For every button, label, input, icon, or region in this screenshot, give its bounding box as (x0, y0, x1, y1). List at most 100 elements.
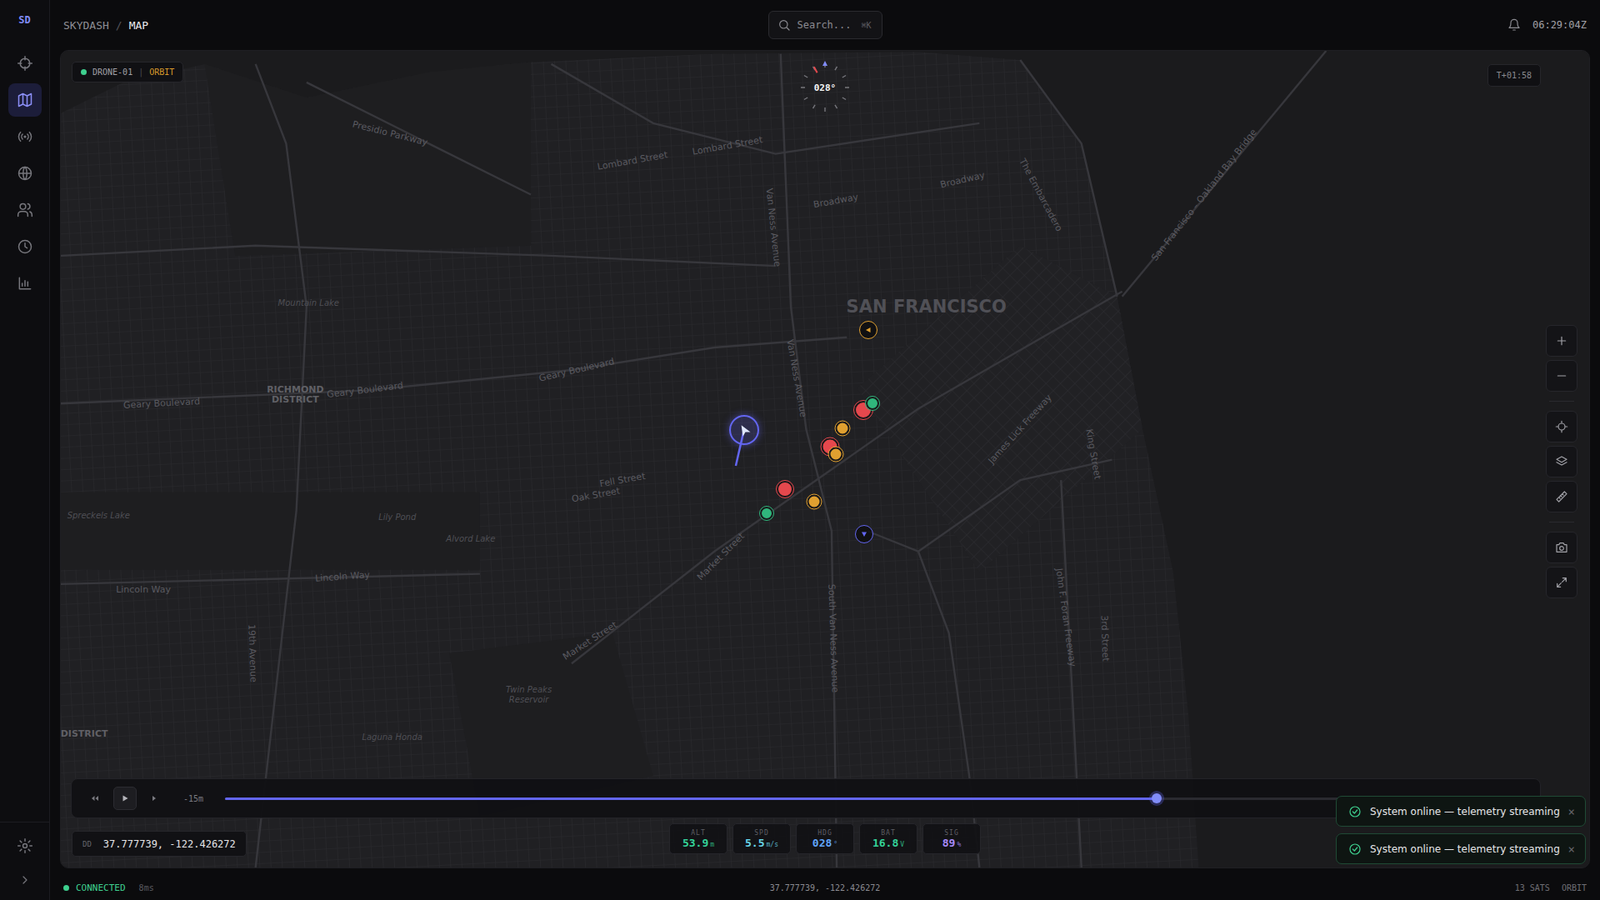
play-button[interactable] (113, 786, 137, 810)
gear-icon (16, 837, 34, 855)
rewind-icon (90, 793, 100, 804)
logo[interactable]: SD (0, 0, 50, 40)
main: SKYDASH / MAP Search...⌘K 06:29:04Z SAN FRANC… (50, 0, 1600, 900)
connection-status: CONNECTED8ms (63, 882, 770, 894)
timeline-offset: -15m (183, 794, 204, 804)
direction-arrow-icon (859, 529, 870, 540)
settings-button[interactable] (8, 829, 42, 863)
camera-button[interactable] (1545, 531, 1578, 564)
telemetry-card: SIG89% (922, 823, 981, 855)
telemetry-strip: ALT53.9mSPD5.5m/sHDG028°BAT16.8VSIG89% (669, 823, 981, 855)
play-icon (120, 793, 130, 804)
zoom-out-button[interactable] (1545, 360, 1578, 392)
map-marker[interactable] (760, 506, 774, 520)
map-label: 19th Avenue (245, 624, 259, 683)
telemetry-card: SPD5.5m/s (732, 823, 791, 855)
mission-timer: T+01:58 (1487, 64, 1541, 87)
clock-icon (16, 238, 34, 255)
breadcrumb-item[interactable]: SKYDASH (63, 19, 110, 32)
globe-icon (16, 165, 34, 182)
map-marker[interactable] (855, 525, 874, 544)
topbar-right: 06:29:04Z (1507, 18, 1587, 32)
sidebar-footer (0, 821, 50, 900)
bell-icon (1507, 18, 1521, 32)
status-right: 13 SATSORBIT (1515, 883, 1587, 893)
map-marker[interactable] (865, 396, 880, 410)
chart-icon (16, 275, 34, 292)
map-label: Alvord Lake (445, 533, 495, 543)
toast-close-button[interactable]: × (1566, 842, 1577, 856)
telemetry-label: SPD (754, 829, 769, 837)
map-label: SAN FRANCISCO (846, 296, 1007, 317)
map-marker[interactable] (835, 420, 850, 435)
timeline-knob[interactable] (1151, 793, 1162, 804)
skip-forward-button[interactable] (143, 786, 167, 810)
map-marker[interactable] (807, 494, 822, 509)
controls-divider (1549, 521, 1575, 523)
timeline: -15m (70, 778, 1541, 819)
ruler-button[interactable] (1545, 480, 1578, 513)
map-marker[interactable] (859, 320, 878, 340)
sidebar-item[interactable] (8, 46, 42, 80)
crosshair-icon (16, 55, 34, 72)
app: SDSKYDASH/MAPSearch...⌘K06:29:04ZSAN FRA… (0, 0, 1600, 900)
telemetry-unit: m/s (766, 840, 779, 849)
layers-button[interactable] (1545, 445, 1578, 478)
topbar: SKYDASH / MAP Search...⌘K 06:29:04Z (50, 0, 1600, 50)
sidebar: SD (0, 0, 50, 900)
sidebar-item[interactable] (8, 120, 42, 154)
controls-divider (1549, 400, 1575, 402)
status-bar: CONNECTED8ms37.777739, -122.426272 13 SAT… (50, 875, 1600, 900)
breadcrumb: SKYDASH / MAP (63, 19, 769, 32)
toast-close-button[interactable]: × (1566, 805, 1577, 819)
map-label: DISTRICT (60, 728, 122, 740)
telemetry-label: ALT (690, 829, 705, 837)
map-marker[interactable] (828, 447, 843, 462)
sidebar-nav (8, 40, 42, 300)
search-box[interactable]: Search...⌘K (768, 10, 883, 40)
toast: System online — telemetry streaming× (1335, 795, 1586, 827)
zoom-in-button[interactable] (1545, 325, 1578, 357)
breadcrumb-item[interactable]: MAP (129, 19, 149, 32)
telemetry-card: HDG028° (795, 823, 855, 855)
connection-label: CONNECTED (75, 882, 126, 894)
coordinates-value: 37.777739, -122.426272 (103, 838, 236, 850)
status-coordinates: 37.777739, -122.426272 (770, 883, 880, 893)
map[interactable]: SAN FRANCISCORICHMOND DISTRICTDISTRICTPr… (60, 50, 1590, 869)
timeline-fill (225, 797, 1157, 800)
toast-stack: System online — telemetry streaming× Syst… (1335, 795, 1586, 865)
clock: 06:29:04Z (1532, 19, 1587, 31)
map-icon (16, 91, 34, 109)
sidebar-item[interactable] (8, 156, 42, 190)
fullscreen-icon (1555, 575, 1569, 590)
search-icon (777, 18, 791, 32)
drone-badge[interactable]: DRONE-01|ORBIT (71, 61, 184, 83)
drone-marker[interactable] (729, 415, 760, 445)
users-icon (16, 201, 34, 219)
telemetry-value: 89% (942, 836, 961, 850)
notifications-button[interactable] (1507, 18, 1521, 32)
telemetry-unit: V (900, 840, 905, 849)
expand-sidebar-button[interactable] (8, 863, 42, 897)
toast: System online — telemetry streaming× (1335, 833, 1586, 865)
chevron-right-icon (18, 873, 32, 887)
locate-button[interactable] (1545, 410, 1578, 443)
fullscreen-button[interactable] (1545, 566, 1578, 599)
sidebar-item[interactable] (8, 193, 42, 227)
check-circle-icon (1348, 842, 1362, 856)
timeline-slider[interactable] (225, 797, 1529, 800)
breadcrumb-separator: / (115, 19, 123, 32)
coordinates-box[interactable]: DD37.777739, -122.426272 (71, 830, 247, 857)
sidebar-item[interactable] (8, 266, 42, 300)
map-label: 3rd Street (1098, 615, 1111, 662)
telemetry-value: 53.9m (682, 836, 715, 850)
check-circle-icon (1348, 805, 1362, 819)
map-marker[interactable] (776, 480, 794, 498)
sidebar-item[interactable] (8, 230, 42, 264)
telemetry-unit: ° (833, 840, 838, 849)
rewind-button[interactable] (83, 786, 107, 810)
status-mode: ORBIT (1561, 883, 1587, 893)
sidebar-item[interactable] (8, 83, 42, 117)
map-label: Mountain Lake (278, 298, 340, 308)
compass-heading: 028° (814, 82, 837, 94)
